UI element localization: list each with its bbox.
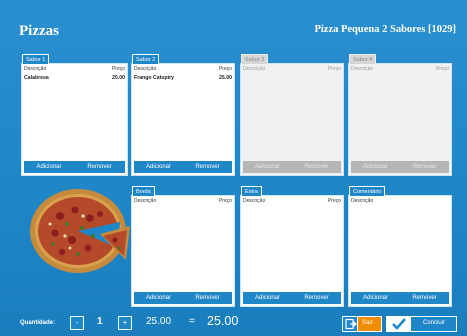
remove-button[interactable]: Remover bbox=[400, 292, 449, 304]
list-item[interactable]: Frango Catupiry 25.00 bbox=[134, 75, 232, 81]
column-header: Descrição Preço bbox=[134, 66, 232, 73]
tab-comment[interactable]: Comentário bbox=[349, 186, 386, 196]
column-price: Preço bbox=[218, 198, 232, 204]
add-button: Adicionar bbox=[351, 161, 400, 173]
column-description: Descrição bbox=[351, 66, 374, 72]
column-price: Preço bbox=[218, 66, 232, 72]
item-price: 20.00 bbox=[112, 75, 125, 81]
tab-flavor-2[interactable]: Sabor 2 bbox=[132, 54, 160, 64]
footer-bar: Quantidade: - 1 + 25.00 = 25.00 Sair Con… bbox=[0, 314, 467, 334]
decrease-quantity-button[interactable]: - bbox=[70, 316, 84, 330]
column-description: Descrição bbox=[243, 66, 266, 72]
add-button[interactable]: Adicionar bbox=[134, 292, 183, 304]
unit-price: 25.00 bbox=[146, 316, 172, 327]
remove-button[interactable]: Remover bbox=[74, 161, 125, 173]
remove-button[interactable]: Remover bbox=[292, 292, 341, 304]
checkmark-icon bbox=[387, 317, 411, 331]
exit-button[interactable]: Sair bbox=[342, 316, 382, 332]
remove-button: Remover bbox=[292, 161, 341, 173]
column-price: Preço bbox=[327, 198, 341, 204]
flavor-panel-4: Sabor 4 Descrição Preço Adicionar Remove… bbox=[348, 54, 452, 176]
flavor-panel-3: Sabor 3 Descrição Preço Adicionar Remove… bbox=[240, 54, 344, 176]
column-price: Preço bbox=[327, 66, 341, 72]
quantity-label: Quantidade: bbox=[20, 320, 56, 326]
column-header: Descrição Preço bbox=[351, 66, 449, 73]
column-price: Preço bbox=[435, 66, 449, 72]
product-name: Pizza Pequena 2 Sabores [1029] bbox=[314, 24, 456, 35]
column-description: Descrição bbox=[351, 198, 374, 204]
column-header: Descrição Preço bbox=[243, 66, 341, 73]
column-price: Preço bbox=[111, 66, 125, 72]
tab-flavor-1[interactable]: Sabor 1 bbox=[22, 54, 50, 64]
add-button[interactable]: Adicionar bbox=[24, 161, 74, 173]
column-description: Descrição bbox=[134, 198, 157, 204]
column-header: Descrição Preço bbox=[134, 198, 232, 205]
flavor-panel-1: Sabor 1 Descrição Preço Calabresa 20.00 … bbox=[21, 54, 128, 176]
list-item[interactable]: Calabresa 20.00 bbox=[24, 75, 125, 81]
add-button[interactable]: Adicionar bbox=[243, 292, 292, 304]
extra-panel-comment: Comentário Descrição Adicionar Remover bbox=[348, 186, 452, 307]
exit-icon bbox=[343, 317, 358, 331]
confirm-label: Concluir bbox=[423, 320, 446, 326]
equals-sign: = bbox=[189, 316, 195, 327]
remove-button[interactable]: Remover bbox=[183, 292, 232, 304]
add-button[interactable]: Adicionar bbox=[351, 292, 400, 304]
pizza-image bbox=[30, 189, 130, 273]
column-header: Descrição Preço bbox=[243, 198, 341, 205]
exit-label: Sair bbox=[362, 320, 373, 326]
quantity-value: 1 bbox=[97, 316, 103, 327]
item-description: Frango Catupiry bbox=[134, 75, 175, 81]
add-button[interactable]: Adicionar bbox=[134, 161, 183, 173]
total-price: 25.00 bbox=[207, 314, 239, 328]
remove-button: Remover bbox=[400, 161, 449, 173]
tab-flavor-3: Sabor 3 bbox=[241, 54, 269, 64]
tab-flavor-4: Sabor 4 bbox=[349, 54, 377, 64]
tab-extra[interactable]: Extra bbox=[241, 186, 262, 196]
confirm-button[interactable]: Concluir bbox=[386, 316, 457, 332]
column-header: Descrição bbox=[351, 198, 449, 205]
item-price: 25.00 bbox=[219, 75, 232, 81]
column-header: Descrição Preço bbox=[24, 66, 125, 73]
item-description: Calabresa bbox=[24, 75, 49, 81]
column-description: Descrição bbox=[24, 66, 47, 72]
page-title: Pizzas bbox=[19, 23, 59, 39]
extra-panel-extra: Extra Descrição Preço Adicionar Remover bbox=[240, 186, 344, 307]
add-button: Adicionar bbox=[243, 161, 292, 173]
column-description: Descrição bbox=[134, 66, 157, 72]
extra-panel-borda: Borda Descrição Preço Adicionar Remover bbox=[131, 186, 235, 307]
tab-borda[interactable]: Borda bbox=[132, 186, 155, 196]
increase-quantity-button[interactable]: + bbox=[118, 316, 132, 330]
column-description: Descrição bbox=[243, 198, 266, 204]
flavor-panel-2: Sabor 2 Descrição Preço Frango Catupiry … bbox=[131, 54, 235, 176]
remove-button[interactable]: Remover bbox=[183, 161, 232, 173]
